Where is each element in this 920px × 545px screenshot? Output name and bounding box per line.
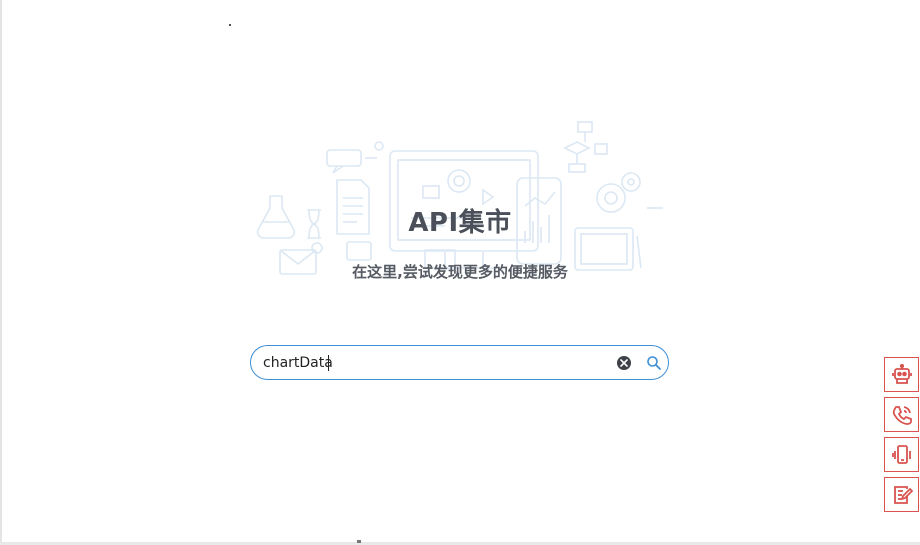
stray-pixel: [229, 24, 231, 26]
bottom-edge-marker: [357, 540, 361, 543]
page-title: API集市: [408, 208, 512, 238]
clear-circle-icon[interactable]: [617, 356, 631, 370]
phone-icon: [892, 405, 912, 425]
page-subtitle: 在这里,尝试发现更多的便捷服务: [352, 263, 568, 281]
clear-x-glyph: [620, 359, 628, 367]
search-icon[interactable]: [646, 355, 662, 371]
mobile-device-icon: [891, 444, 911, 464]
note-edit-icon: [893, 485, 913, 504]
robot-icon: [891, 363, 912, 384]
search-bar[interactable]: [250, 345, 669, 380]
hero-illustration: [256, 121, 663, 275]
mobile-device-button[interactable]: [884, 437, 919, 472]
phone-button[interactable]: [884, 397, 919, 432]
search-input[interactable]: [263, 352, 603, 374]
text-caret: [328, 355, 329, 371]
note-edit-button[interactable]: [884, 477, 919, 512]
robot-button[interactable]: [884, 357, 919, 392]
